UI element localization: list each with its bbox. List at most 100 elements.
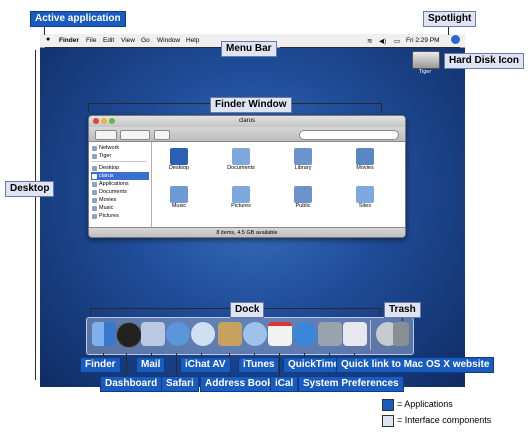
ical-icon[interactable]: [268, 322, 292, 346]
dashboard-icon[interactable]: [116, 322, 142, 348]
movies-icon: [92, 197, 97, 203]
volume-icon[interactable]: ◀): [379, 37, 386, 45]
ichat-icon[interactable]: [191, 322, 215, 346]
folder-item[interactable]: Library: [278, 148, 328, 171]
apple-website-icon[interactable]: [343, 322, 367, 346]
callout-line: [280, 47, 460, 48]
callout-active-application: Active application: [30, 11, 126, 27]
documents-icon: [92, 189, 97, 195]
search-input[interactable]: [299, 130, 399, 140]
callout-ichat-av: iChat AV: [180, 357, 231, 373]
callout-trash: Trash: [384, 302, 421, 318]
callout-line: [35, 192, 36, 380]
hard-disk-icon[interactable]: [412, 51, 440, 69]
callout-line: [90, 308, 91, 316]
finder-title: clarus: [238, 118, 255, 124]
legend-applications-label: = Applications: [397, 399, 453, 409]
desktop-folder-icon: [170, 148, 188, 165]
sites-folder-icon: [356, 186, 374, 203]
callout-hard-disk-icon: Hard Disk Icon: [444, 53, 525, 69]
menu-clock[interactable]: Fri 2:29 PM: [406, 37, 440, 44]
callout-menu-bar: Menu Bar: [221, 41, 277, 57]
hard-disk-label: Tiger: [418, 69, 432, 75]
callout-system-preferences: System Preferences: [298, 376, 404, 392]
callout-dock: Dock: [230, 302, 265, 318]
system-preferences-icon[interactable]: [318, 322, 342, 346]
callout-safari: Safari: [161, 376, 199, 392]
folder-item[interactable]: Public: [278, 186, 328, 209]
view-buttons[interactable]: [120, 130, 150, 140]
sidebar-item-network[interactable]: Network: [91, 144, 149, 152]
callout-line: [35, 50, 36, 182]
legend-interface-label: = Interface components: [397, 415, 492, 425]
callout-quick-link: Quick link to Mac OS X website: [336, 357, 495, 373]
folder-item[interactable]: Desktop: [154, 148, 204, 171]
public-folder-icon: [294, 186, 312, 203]
callout-line: [88, 103, 89, 112]
callout-finder-window: Finder Window: [210, 97, 292, 113]
folder-item[interactable]: Movies: [340, 148, 390, 171]
callout-quicktime: QuickTime: [283, 357, 344, 373]
sidebar-item-applications[interactable]: Applications: [91, 180, 149, 188]
network-icon: [92, 145, 97, 151]
finder-window[interactable]: clarus Network Tiger Desktop clarus Appl…: [88, 115, 406, 238]
pictures-icon: [92, 213, 97, 219]
sidebar-item-pictures[interactable]: Pictures: [91, 212, 149, 220]
menu-view[interactable]: View: [121, 37, 135, 44]
menu-help[interactable]: Help: [186, 37, 199, 44]
quicktime-icon[interactable]: [293, 322, 317, 346]
callout-line: [126, 353, 127, 377]
address-book-icon[interactable]: [218, 322, 242, 346]
music-icon: [92, 205, 97, 211]
sidebar-item-movies[interactable]: Movies: [91, 196, 149, 204]
apple-menu-icon[interactable]: ●: [46, 36, 50, 43]
callout-line: [381, 103, 382, 112]
dock: [86, 317, 414, 355]
folder-item[interactable]: Documents: [216, 148, 266, 171]
pictures-folder-icon: [232, 186, 250, 203]
back-forward-button[interactable]: [95, 130, 117, 140]
itunes-icon[interactable]: [243, 322, 267, 346]
callout-mail: Mail: [136, 357, 166, 373]
menu-finder[interactable]: Finder: [59, 37, 79, 44]
callout-finder: Finder: [80, 357, 121, 373]
wifi-icon[interactable]: ≋: [367, 37, 372, 45]
callout-line: [45, 47, 221, 48]
callout-line: [263, 308, 381, 309]
menu-file[interactable]: File: [86, 37, 96, 44]
documents-folder-icon: [232, 148, 250, 165]
spotlight-icon[interactable]: [451, 35, 460, 44]
finder-status-bar: 8 items, 4.5 GB available: [89, 227, 405, 237]
callout-itunes: iTunes: [238, 357, 280, 373]
folder-item[interactable]: Sites: [340, 186, 390, 209]
finder-toolbar: [89, 127, 405, 142]
music-folder-icon: [170, 186, 188, 203]
sidebar-item-documents[interactable]: Documents: [91, 188, 149, 196]
battery-icon[interactable]: ▭: [394, 37, 400, 45]
menu-edit[interactable]: Edit: [103, 37, 114, 44]
sidebar-item-desktop[interactable]: Desktop: [91, 164, 149, 172]
finder-sidebar: Network Tiger Desktop clarus Application…: [89, 142, 152, 227]
sidebar-item-tiger[interactable]: Tiger: [91, 152, 149, 160]
callout-address-book: Address Book: [200, 376, 278, 392]
mail-icon[interactable]: [141, 322, 165, 346]
sidebar-item-clarus[interactable]: clarus: [91, 172, 149, 180]
callout-spotlight: Spotlight: [423, 11, 477, 27]
menu-window[interactable]: Window: [157, 37, 180, 44]
sidebar-divider: [91, 161, 147, 162]
menu-go[interactable]: Go: [141, 37, 150, 44]
callout-dashboard: Dashboard: [100, 376, 163, 392]
finder-title-bar[interactable]: clarus: [89, 116, 405, 127]
trash-icon[interactable]: [393, 322, 409, 346]
sidebar-item-music[interactable]: Music: [91, 204, 149, 212]
safari-icon[interactable]: [166, 322, 190, 346]
callout-line: [88, 103, 210, 104]
home-icon: [92, 173, 97, 179]
movies-folder-icon: [356, 148, 374, 165]
callout-line: [176, 353, 177, 377]
finder-icon[interactable]: [92, 322, 116, 346]
folder-item[interactable]: Pictures: [216, 186, 266, 209]
library-folder-icon: [294, 148, 312, 165]
action-button[interactable]: [154, 130, 170, 140]
folder-item[interactable]: Music: [154, 186, 204, 209]
